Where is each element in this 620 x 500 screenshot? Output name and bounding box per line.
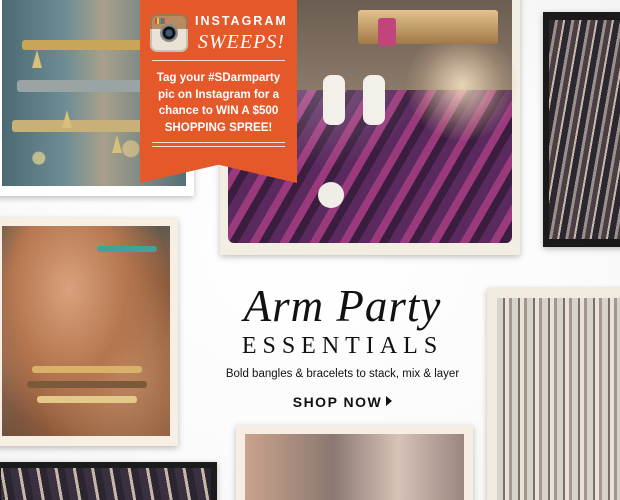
photo-spike-bracelet[interactable] <box>236 425 473 500</box>
ribbon-divider <box>152 146 285 147</box>
photo-bangle-closeup[interactable] <box>543 12 620 247</box>
photo-image <box>497 298 620 500</box>
instagram-camera-icon <box>150 14 188 52</box>
photo-stacked-hands[interactable] <box>0 218 178 446</box>
sweeps-description: Tag your #SDarmparty pic on Instagram fo… <box>146 70 291 136</box>
ribbon-divider <box>152 142 285 143</box>
sweeps-label: SWEEPS! <box>198 31 285 53</box>
photo-image <box>1 468 211 500</box>
sweeps-line: pic on Instagram for a <box>157 87 280 101</box>
photo-image <box>549 20 620 239</box>
sweeps-line: Tag your #SDarmparty <box>156 71 281 84</box>
shop-now-label: SHOP NOW <box>292 394 383 410</box>
hero-subtitle: ESSENTIALS <box>241 333 444 359</box>
photo-image <box>245 434 464 500</box>
photo-image <box>2 226 170 436</box>
photo-wrist-bangles[interactable] <box>0 462 217 500</box>
hero-tagline: Bold bangles & bracelets to stack, mix &… <box>225 368 460 380</box>
ribbon-divider <box>152 60 285 61</box>
email-banner: INSTAGRAM SWEEPS! Tag your #SDarmparty p… <box>0 0 620 500</box>
sweeps-line: SHOPPING SPREE! <box>164 120 273 134</box>
photo-bangle-stack[interactable] <box>487 288 620 500</box>
shop-now-button[interactable]: SHOP NOW <box>205 394 480 410</box>
instagram-sweeps-ribbon[interactable]: INSTAGRAM SWEEPS! Tag your #SDarmparty p… <box>140 0 297 183</box>
hero-title: Arm Party <box>243 281 442 331</box>
arrow-right-icon <box>386 396 393 406</box>
sweeps-line: chance to WIN A $500 <box>158 104 279 117</box>
instagram-label: INSTAGRAM <box>195 14 288 28</box>
